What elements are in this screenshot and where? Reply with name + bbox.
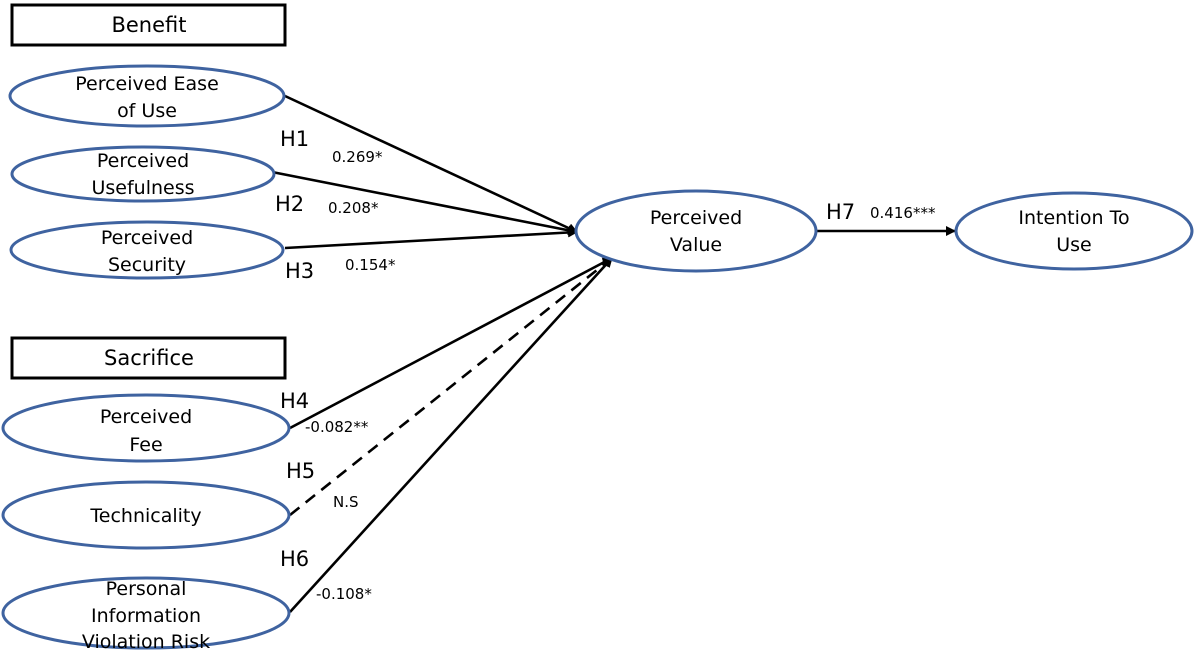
research-model-diagram: Benefit Sacrifice Perceived Ease of Use … (1, 3, 1194, 653)
construct-label: Use (1056, 234, 1092, 256)
construct-perceived-security: Perceived Security (9, 220, 285, 280)
h2-label: H2 (275, 192, 304, 216)
construct-label: Perceived (97, 150, 189, 172)
h7-label: H7 (826, 200, 855, 224)
h2-coefficient: 0.208* (328, 199, 379, 217)
h4-coefficient: -0.082** (305, 418, 369, 436)
construct-label: Personal (106, 578, 187, 600)
construct-label: Information (91, 605, 201, 627)
construct-perceived-usefulness: Perceived Usefulness (10, 145, 276, 203)
benefit-group-box: Benefit (10, 3, 287, 47)
path-h5-arrow-dashed (289, 256, 613, 517)
construct-label: Perceived (101, 227, 193, 249)
h1-label: H1 (280, 127, 309, 151)
h5-label: H5 (286, 459, 315, 483)
construct-label: Perceived Ease (75, 73, 219, 95)
construct-label: Security (108, 254, 186, 276)
construct-label: Usefulness (91, 177, 194, 199)
construct-label: Perceived (100, 406, 192, 428)
h3-coefficient: 0.154* (345, 256, 396, 274)
sacrifice-group-box: Sacrifice (10, 336, 287, 380)
path-h3-arrow (284, 227, 578, 250)
path-h4-arrow (289, 256, 613, 430)
h1-coefficient: 0.269* (332, 148, 383, 166)
construct-label: of Use (117, 100, 177, 122)
h6-coefficient: -0.108* (316, 585, 372, 603)
h7-coefficient: 0.416*** (870, 204, 936, 222)
construct-label: Technicality (89, 505, 201, 527)
construct-personal-information-violation-risk: Personal Information Violation Risk (1, 576, 291, 653)
construct-label: Value (670, 234, 722, 256)
construct-intention-to-use: Intention To Use (954, 191, 1194, 271)
construct-perceived-fee: Perceived Fee (1, 393, 291, 463)
path-h2-arrow (271, 170, 578, 236)
construct-technicality: Technicality (1, 480, 291, 550)
construct-perceived-ease-of-use: Perceived Ease of Use (8, 64, 286, 128)
sacrifice-label: Sacrifice (104, 346, 194, 370)
h6-label: H6 (280, 547, 309, 571)
construct-label: Intention To (1018, 207, 1129, 229)
construct-label: Violation Risk (82, 631, 210, 653)
construct-label: Fee (129, 434, 162, 456)
h3-label: H3 (285, 259, 314, 283)
benefit-label: Benefit (111, 13, 186, 37)
construct-label: Perceived (650, 207, 742, 229)
h4-label: H4 (280, 389, 309, 413)
construct-perceived-value: Perceived Value (574, 189, 818, 273)
h5-coefficient: N.S (333, 493, 359, 511)
